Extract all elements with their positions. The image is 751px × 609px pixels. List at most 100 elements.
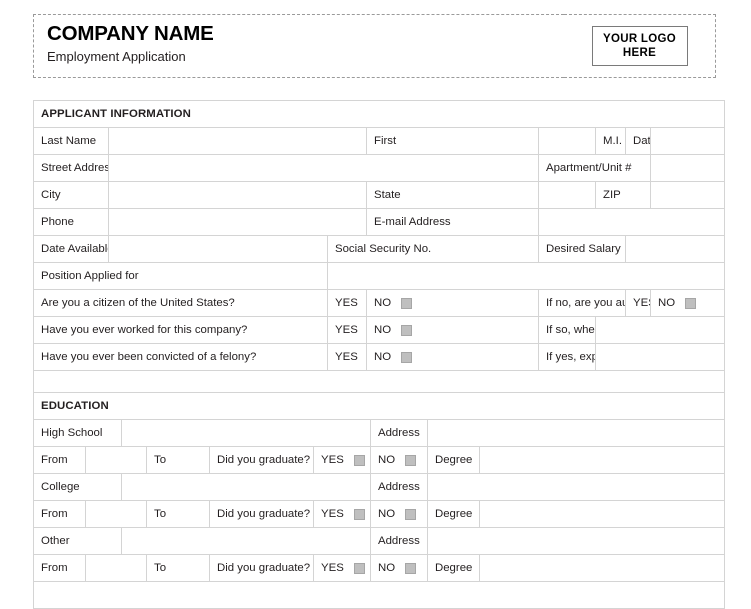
logo-line-1: YOUR LOGO [603,32,676,45]
city-input[interactable] [108,181,367,209]
other-graduate-no-checkbox[interactable] [405,562,417,574]
citizenship-no-checkbox[interactable] [401,297,413,309]
work-authorization-yes-option[interactable]: YES [625,289,651,317]
last-name-input[interactable] [108,127,367,155]
email-label: E-mail Address [366,208,539,236]
citizenship-no-label: NO [374,297,392,309]
other-graduate-yes-option[interactable]: YES [313,554,371,582]
high-school-address-input[interactable] [426,419,726,447]
other-label: Other [33,527,122,555]
other-from-input[interactable] [85,554,147,582]
college-name-row: College Address [33,473,726,501]
zip-input[interactable] [649,181,726,209]
previous-employment-yes-option[interactable]: YES [327,316,367,344]
desired-salary-label: Desired Salary [538,235,626,263]
felony-no-checkbox[interactable] [401,351,413,363]
work-authorization-no-checkbox[interactable] [685,297,697,309]
applicant-information-section: APPLICANT INFORMATION Last Name First M.… [32,100,726,398]
high-school-name-row: High School Address [33,419,726,447]
education-section-header-row: EDUCATION [32,392,726,420]
previous-employment-no-checkbox[interactable] [401,324,413,336]
high-school-to-label: To [146,446,210,474]
other-address-input[interactable] [426,527,726,555]
logo-line-2: HERE [622,47,657,59]
applicant-section-header-row: APPLICANT INFORMATION [32,100,726,128]
high-school-graduate-yes-label: YES [321,454,344,466]
high-school-graduate-yes-checkbox[interactable] [353,454,365,466]
high-school-degree-input[interactable] [478,446,726,474]
other-address-label: Address [370,527,428,555]
email-input[interactable] [537,208,726,236]
work-authorization-question-label: If no, are you authorized to work in the… [538,289,626,317]
phone-input[interactable] [108,208,367,236]
college-graduate-no-option[interactable]: NO [370,500,428,528]
middle-initial-label: M.I. [595,127,626,155]
first-name-input[interactable] [538,127,596,155]
date-label: Date [625,127,651,155]
college-degree-input[interactable] [478,500,726,528]
felony-followup-label: If yes, explain [538,343,596,371]
education-section-spacer-row [32,581,726,609]
header-title-block: COMPANY NAME Employment Application [33,14,564,78]
work-authorization-no-option[interactable]: NO [649,289,726,317]
college-name-input[interactable] [121,473,371,501]
street-address-label: Street Address [33,154,109,182]
date-input[interactable] [649,127,726,155]
previous-employment-no-option[interactable]: NO [366,316,539,344]
college-address-label: Address [370,473,428,501]
college-graduate-yes-checkbox[interactable] [353,508,365,520]
college-address-input[interactable] [426,473,726,501]
date-available-label: Date Available [33,235,109,263]
college-graduate-yes-option[interactable]: YES [313,500,371,528]
previous-employment-followup-input[interactable] [594,316,726,344]
education-section-title: EDUCATION [32,392,726,420]
other-graduate-yes-checkbox[interactable] [353,562,365,574]
name-row: Last Name First M.I. Date [33,127,726,155]
college-dates-row: From To Did you graduate? YES NO Degree [33,500,726,528]
previous-employment-no-label: NO [374,324,392,336]
college-label: College [33,473,122,501]
high-school-dates-row: From To Did you graduate? YES NO Degree [33,446,726,474]
high-school-from-input[interactable] [85,446,147,474]
other-graduate-no-option[interactable]: NO [370,554,428,582]
state-input[interactable] [538,181,596,209]
citizenship-question-row: Are you a citizen of the United States? … [33,289,726,317]
other-graduate-no-label: NO [378,562,396,574]
felony-no-option[interactable]: NO [366,343,539,371]
logo-placeholder: YOUR LOGO HERE [591,26,688,66]
position-applied-label: Position Applied for [33,262,328,290]
other-degree-input[interactable] [478,554,726,582]
college-from-input[interactable] [85,500,147,528]
citizenship-question-label: Are you a citizen of the United States? [33,289,328,317]
citizenship-yes-option[interactable]: YES [327,289,367,317]
other-name-input[interactable] [121,527,371,555]
apartment-unit-input[interactable] [649,154,726,182]
previous-employment-followup-label: If so, when? [538,316,596,344]
position-applied-input[interactable] [326,262,726,290]
high-school-degree-label: Degree [427,446,480,474]
high-school-name-input[interactable] [121,419,371,447]
citizenship-yes-label: YES [335,297,358,309]
last-name-label: Last Name [33,127,109,155]
phone-email-row: Phone E-mail Address [33,208,726,236]
high-school-graduate-label: Did you graduate? [209,446,314,474]
felony-yes-option[interactable]: YES [327,343,367,371]
first-name-label: First [366,127,539,155]
college-graduate-no-checkbox[interactable] [405,508,417,520]
education-section: EDUCATION High School Address From To Di… [32,392,726,609]
phone-label: Phone [33,208,109,236]
desired-salary-input[interactable] [624,235,726,263]
high-school-graduate-no-option[interactable]: NO [370,446,428,474]
college-from-label: From [33,500,86,528]
applicant-section-title: APPLICANT INFORMATION [32,100,726,128]
work-authorization-no-label: NO [658,297,676,309]
high-school-graduate-yes-option[interactable]: YES [313,446,371,474]
high-school-graduate-no-checkbox[interactable] [405,454,417,466]
college-graduate-label: Did you graduate? [209,500,314,528]
citizenship-no-option[interactable]: NO [366,289,539,317]
other-graduate-yes-label: YES [321,562,344,574]
other-degree-label: Degree [427,554,480,582]
felony-followup-input[interactable] [594,343,726,371]
date-available-input[interactable] [108,235,328,263]
street-address-input[interactable] [108,154,539,182]
